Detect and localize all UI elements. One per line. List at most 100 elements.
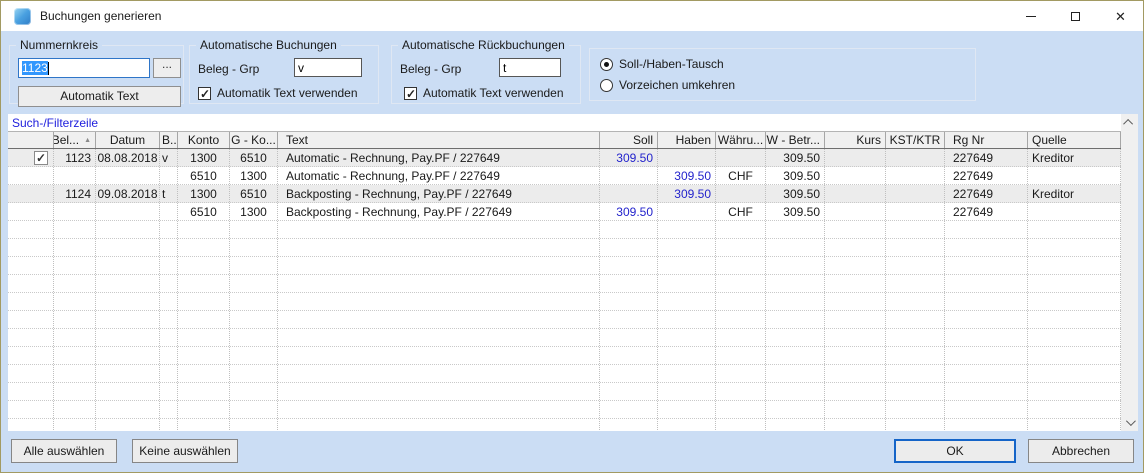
cell-soll: 309.50	[600, 203, 658, 220]
cell-konto: 1300	[178, 185, 230, 202]
table-row[interactable]: 65101300Automatic - Rechnung, Pay.PF / 2…	[8, 167, 1121, 185]
column-header-haben[interactable]: Haben	[658, 132, 716, 148]
cell-konto	[178, 329, 230, 346]
cell-check	[8, 221, 54, 238]
table-row[interactable]: 112308.08.2018v13006510Automatic - Rechn…	[8, 149, 1121, 167]
column-header-konto[interactable]: Konto	[178, 132, 230, 148]
cell-fw	[766, 221, 825, 238]
cell-gko	[230, 311, 278, 328]
automatik-text-checkbox[interactable]	[404, 87, 417, 100]
cell-waehrung	[716, 257, 766, 274]
cell-b	[160, 347, 178, 364]
close-button[interactable]: ✕	[1098, 1, 1143, 31]
cell-waehrung	[716, 293, 766, 310]
row-checkbox[interactable]	[34, 151, 48, 165]
cell-kst	[886, 149, 945, 166]
cell-haben: 309.50	[658, 185, 716, 202]
table-row[interactable]: 112409.08.2018t13006510Backposting - Rec…	[8, 185, 1121, 203]
cell-check	[8, 347, 54, 364]
cell-quelle	[1028, 275, 1121, 292]
automatik-text-button[interactable]: Automatik Text	[18, 86, 181, 107]
cell-b	[160, 167, 178, 184]
cell-b	[160, 203, 178, 220]
cell-b	[160, 293, 178, 310]
cell-datum	[96, 401, 160, 418]
column-header-kurs[interactable]: Kurs	[825, 132, 886, 148]
search-filter-row[interactable]: Such-/Filterzeile	[8, 114, 1121, 132]
cell-konto	[178, 365, 230, 382]
cell-gko	[230, 401, 278, 418]
cell-quelle	[1028, 239, 1121, 256]
table-row-empty	[8, 383, 1121, 401]
beleg-grp-input[interactable]	[499, 58, 561, 77]
cell-kst	[886, 239, 945, 256]
automatik-text-checkbox-label: Automatik Text verwenden	[217, 86, 358, 100]
cell-bel	[54, 257, 96, 274]
cell-quelle	[1028, 203, 1121, 220]
column-header-text[interactable]: Text	[278, 132, 600, 148]
cell-b	[160, 383, 178, 400]
column-header-soll[interactable]: Soll	[600, 132, 658, 148]
minimize-button[interactable]	[1008, 1, 1053, 31]
cell-waehrung	[716, 239, 766, 256]
cell-text	[278, 329, 600, 346]
cell-check	[8, 149, 54, 166]
cell-kurs	[825, 221, 886, 238]
cell-quelle	[1028, 383, 1121, 400]
radio-vorzeichen-umkehren[interactable]	[600, 79, 613, 92]
column-header-bel[interactable]: Bel...▲	[54, 132, 96, 148]
titlebar[interactable]: Buchungen generieren ✕	[1, 1, 1143, 31]
cell-fw	[766, 401, 825, 418]
cell-kst	[886, 347, 945, 364]
cell-konto	[178, 347, 230, 364]
cell-b	[160, 401, 178, 418]
group-nummernkreis: Nummernkreis 1123 ... Automatik Text	[9, 45, 184, 104]
cell-kurs	[825, 329, 886, 346]
table-row[interactable]: 65101300Backposting - Rechnung, Pay.PF /…	[8, 203, 1121, 221]
column-header-gko[interactable]: G - Ko...	[230, 132, 278, 148]
cell-fw	[766, 347, 825, 364]
beleg-grp-input[interactable]	[294, 58, 362, 77]
column-header-quelle[interactable]: Quelle	[1028, 132, 1121, 148]
radio-soll-haben-tausch[interactable]	[600, 58, 613, 71]
cell-rgnr	[945, 257, 1028, 274]
column-header-datum[interactable]: Datum	[96, 132, 160, 148]
select-all-button[interactable]: Alle auswählen	[11, 439, 117, 463]
column-header-waehrung[interactable]: Währu...	[716, 132, 766, 148]
column-header-check[interactable]	[8, 132, 54, 148]
cell-kst	[886, 221, 945, 238]
cell-check	[8, 167, 54, 184]
cell-check	[8, 257, 54, 274]
cell-datum	[96, 347, 160, 364]
cell-kurs	[825, 383, 886, 400]
cell-datum	[96, 257, 160, 274]
cell-fw: 309.50	[766, 185, 825, 202]
automatik-text-checkbox[interactable]	[198, 87, 211, 100]
cell-soll	[600, 293, 658, 310]
cell-haben	[658, 275, 716, 292]
cell-gko	[230, 329, 278, 346]
column-header-b[interactable]: B...	[160, 132, 178, 148]
cell-gko	[230, 383, 278, 400]
cell-konto	[178, 257, 230, 274]
group-automatische-buchungen: Automatische Buchungen Beleg - Grp Autom…	[189, 45, 379, 104]
scroll-up-button[interactable]	[1121, 114, 1138, 131]
cell-gko	[230, 365, 278, 382]
maximize-button[interactable]	[1053, 1, 1098, 31]
select-none-button[interactable]: Keine auswählen	[132, 439, 238, 463]
browse-button[interactable]: ...	[153, 58, 181, 78]
cell-quelle	[1028, 365, 1121, 382]
column-header-rgnr[interactable]: Rg Nr	[945, 132, 1028, 148]
table-row-empty	[8, 365, 1121, 383]
cell-fw	[766, 257, 825, 274]
cell-soll	[600, 275, 658, 292]
vertical-scrollbar[interactable]	[1121, 114, 1138, 431]
cell-fw	[766, 293, 825, 310]
cell-check	[8, 185, 54, 202]
ok-button[interactable]: OK	[894, 439, 1016, 463]
column-header-kst[interactable]: KST/KTR	[886, 132, 945, 148]
cell-gko: 6510	[230, 149, 278, 166]
cancel-button[interactable]: Abbrechen	[1028, 439, 1134, 463]
column-header-fw[interactable]: FW - Betr...	[766, 132, 825, 148]
nummernkreis-input[interactable]: 1123	[18, 58, 150, 78]
